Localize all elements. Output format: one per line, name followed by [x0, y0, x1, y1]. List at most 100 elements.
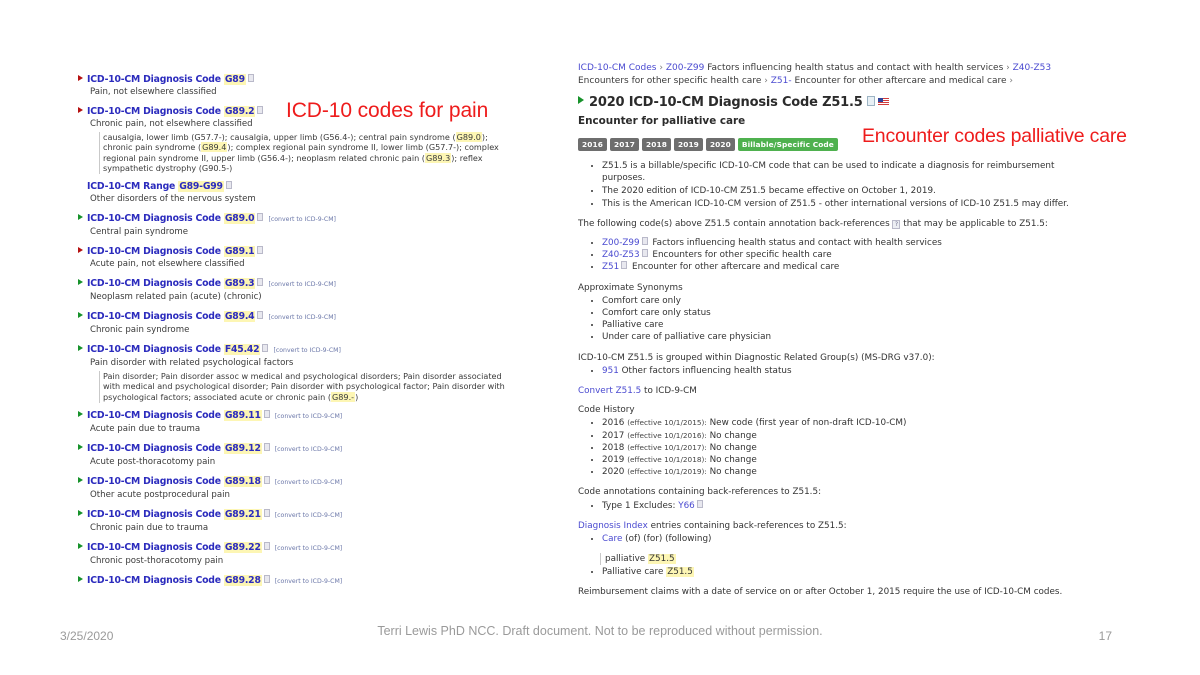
code-result-item[interactable]: ICD-10-CM Diagnosis Code G89.4 [convert t…	[78, 311, 508, 337]
code-value-link[interactable]: G89.4	[223, 311, 256, 323]
code-result-item[interactable]: ICD-10-CM Diagnosis Code F45.42 [convert …	[78, 344, 508, 403]
code-value-link[interactable]: G89.1	[223, 246, 256, 258]
help-icon[interactable]: ?	[892, 219, 901, 229]
expand-triangle-icon[interactable]	[78, 510, 83, 517]
page-icon[interactable]	[263, 542, 270, 551]
code-description: Acute pain due to trauma	[90, 424, 201, 435]
convert-to-icd9-link[interactable]: [convert to ICD-9-CM]	[275, 512, 343, 519]
expand-triangle-icon[interactable]	[78, 543, 83, 550]
code-result-item[interactable]: ICD-10-CM Diagnosis Code G89.18 [convert …	[78, 476, 508, 502]
page-icon[interactable]	[641, 237, 648, 246]
code-result-item[interactable]: ICD-10-CM Diagnosis Code G89.28 [convert …	[78, 575, 508, 588]
page-icon[interactable]	[247, 74, 254, 82]
breadcrumb-code-z00z99[interactable]: Z00-Z99	[666, 63, 704, 73]
convert-link-label[interactable]: Convert	[578, 386, 613, 396]
page-icon[interactable]	[263, 509, 270, 518]
code-result-item[interactable]: ICD-10-CM Diagnosis Code G89.2 Chronic pa…	[78, 106, 508, 174]
expand-triangle-icon[interactable]	[78, 477, 83, 484]
year-badge[interactable]: 2020	[705, 137, 735, 152]
page-icon[interactable]	[225, 181, 232, 190]
code-result-item[interactable]: ICD-10-CM Diagnosis Code G89.3 [convert t…	[78, 278, 508, 304]
page-icon[interactable]	[621, 261, 628, 270]
code-value-link[interactable]: G89.12	[223, 443, 262, 455]
code-result-item[interactable]: ICD-10-CM Diagnosis Code G89 Pain, not el…	[78, 74, 508, 99]
expand-triangle-icon[interactable]	[78, 411, 83, 418]
convert-to-icd9-link[interactable]: [convert to ICD-9-CM]	[268, 314, 336, 321]
expand-triangle-icon[interactable]	[78, 576, 83, 583]
code-result-item[interactable]: ICD-10-CM Diagnosis Code G89.0 [convert t…	[78, 213, 508, 239]
convert-link-code[interactable]: Z51.5	[616, 386, 642, 396]
page-icon[interactable]	[696, 499, 703, 508]
convert-to-icd9-link[interactable]: [convert to ICD-9-CM]	[268, 216, 336, 223]
drg-code-link[interactable]: 951	[602, 366, 619, 376]
code-value-link[interactable]: G89.11	[223, 410, 262, 422]
year-badge[interactable]: 2016	[578, 137, 607, 152]
expand-triangle-icon[interactable]	[78, 345, 83, 352]
code-type-label: ICD-10-CM Diagnosis Code	[87, 278, 224, 290]
backreference-code-link[interactable]: Z00-Z99	[602, 238, 640, 248]
code-result-item[interactable]: ICD-10-CM Diagnosis Code G89.11 [convert …	[78, 410, 508, 436]
expand-triangle-icon[interactable]	[78, 247, 83, 254]
expand-triangle-icon[interactable]	[78, 107, 83, 113]
code-value-link[interactable]: G89.22	[223, 542, 262, 554]
expand-triangle-icon[interactable]	[78, 214, 83, 221]
page-icon[interactable]	[641, 249, 648, 258]
code-value-link[interactable]: F45.42	[223, 344, 261, 356]
page-title: 2020 ICD-10-CM Diagnosis Code Z51.5	[589, 95, 863, 110]
diagnosis-index-link[interactable]: Diagnosis Index	[578, 521, 648, 531]
convert-to-icd9-link[interactable]: [convert to ICD-9-CM]	[268, 281, 336, 288]
expand-triangle-icon[interactable]	[78, 312, 83, 319]
page-icon[interactable]	[262, 344, 269, 353]
type1-excludes-code-link[interactable]: Y66	[678, 501, 695, 511]
code-value-link[interactable]: G89.0	[223, 213, 256, 225]
code-value-link[interactable]: G89.21	[223, 509, 262, 521]
convert-to-icd9-link[interactable]: [convert to ICD-9-CM]	[275, 446, 343, 453]
expand-triangle-icon[interactable]	[578, 96, 584, 104]
convert-to-icd9-link[interactable]: [convert to ICD-9-CM]	[275, 479, 343, 486]
year-badge[interactable]: 2018	[641, 137, 671, 152]
convert-to-icd9-link[interactable]: [convert to ICD-9-CM]	[275, 413, 343, 420]
convert-to-icd9-link[interactable]: [convert to ICD-9-CM]	[273, 347, 341, 354]
code-value-link[interactable]: G89	[223, 74, 246, 85]
page-icon[interactable]	[263, 575, 270, 584]
document-icon[interactable]	[866, 96, 875, 106]
year-badge-row: 2016 2017 2018 2019 2020 Billable/Specific Co…	[578, 134, 1098, 152]
code-result-item[interactable]: ICD-10-CM Diagnosis Code G89.1 Acute pain…	[78, 246, 508, 271]
synonym-item: Comfort care only	[602, 295, 1098, 307]
code-result-item[interactable]: ICD-10-CM Diagnosis Code G89.12 [convert …	[78, 443, 508, 469]
expand-triangle-icon[interactable]	[78, 279, 83, 286]
code-type-label: ICD-10-CM Range	[87, 181, 179, 193]
page-icon[interactable]	[257, 278, 264, 287]
code-value-link[interactable]: G89.2	[223, 106, 256, 117]
code-value-link[interactable]: G89.3	[223, 278, 256, 290]
code-value-link[interactable]: G89.28	[223, 575, 262, 587]
page-icon[interactable]	[257, 246, 264, 255]
backreference-code-link[interactable]: Z40-Z53	[602, 250, 640, 260]
care-index-link[interactable]: Care	[602, 534, 622, 544]
page-icon[interactable]	[257, 106, 264, 114]
code-description: Pain disorder with related psychological…	[90, 358, 294, 369]
page-icon[interactable]	[257, 311, 264, 320]
page-icon[interactable]	[263, 443, 270, 452]
year-badge[interactable]: 2017	[609, 137, 639, 152]
year-badge[interactable]: 2019	[673, 137, 703, 152]
code-result-item[interactable]: ICD-10-CM Range G89-G99 Other disorders o…	[78, 181, 508, 206]
convert-to-icd9-link[interactable]: [convert to ICD-9-CM]	[275, 545, 343, 552]
breadcrumb-code-z51[interactable]: Z51-	[771, 76, 792, 86]
synonym-item: Under care of palliative care physician	[602, 331, 1098, 343]
page-icon[interactable]	[263, 410, 270, 419]
code-value-link[interactable]: G89-G99	[178, 181, 224, 193]
breadcrumb-code-z40z53[interactable]: Z40-Z53	[1013, 63, 1051, 73]
code-result-item[interactable]: ICD-10-CM Diagnosis Code G89.22 [convert …	[78, 542, 508, 568]
history-effective-date: (effective 10/1/2016):	[627, 430, 707, 440]
backreference-intro-b: that may be applicable to Z51.5:	[903, 218, 1048, 229]
code-result-item[interactable]: ICD-10-CM Diagnosis Code G89.21 [convert …	[78, 509, 508, 535]
expand-triangle-icon[interactable]	[78, 444, 83, 451]
breadcrumb-root-link[interactable]: ICD-10-CM Codes	[578, 63, 656, 73]
convert-to-icd9-link[interactable]: [convert to ICD-9-CM]	[275, 578, 343, 585]
page-icon[interactable]	[257, 213, 264, 222]
code-value-link[interactable]: G89.18	[223, 476, 262, 488]
expand-triangle-icon[interactable]	[78, 75, 83, 81]
page-icon[interactable]	[263, 476, 270, 485]
backreference-code-link[interactable]: Z51	[602, 262, 619, 272]
